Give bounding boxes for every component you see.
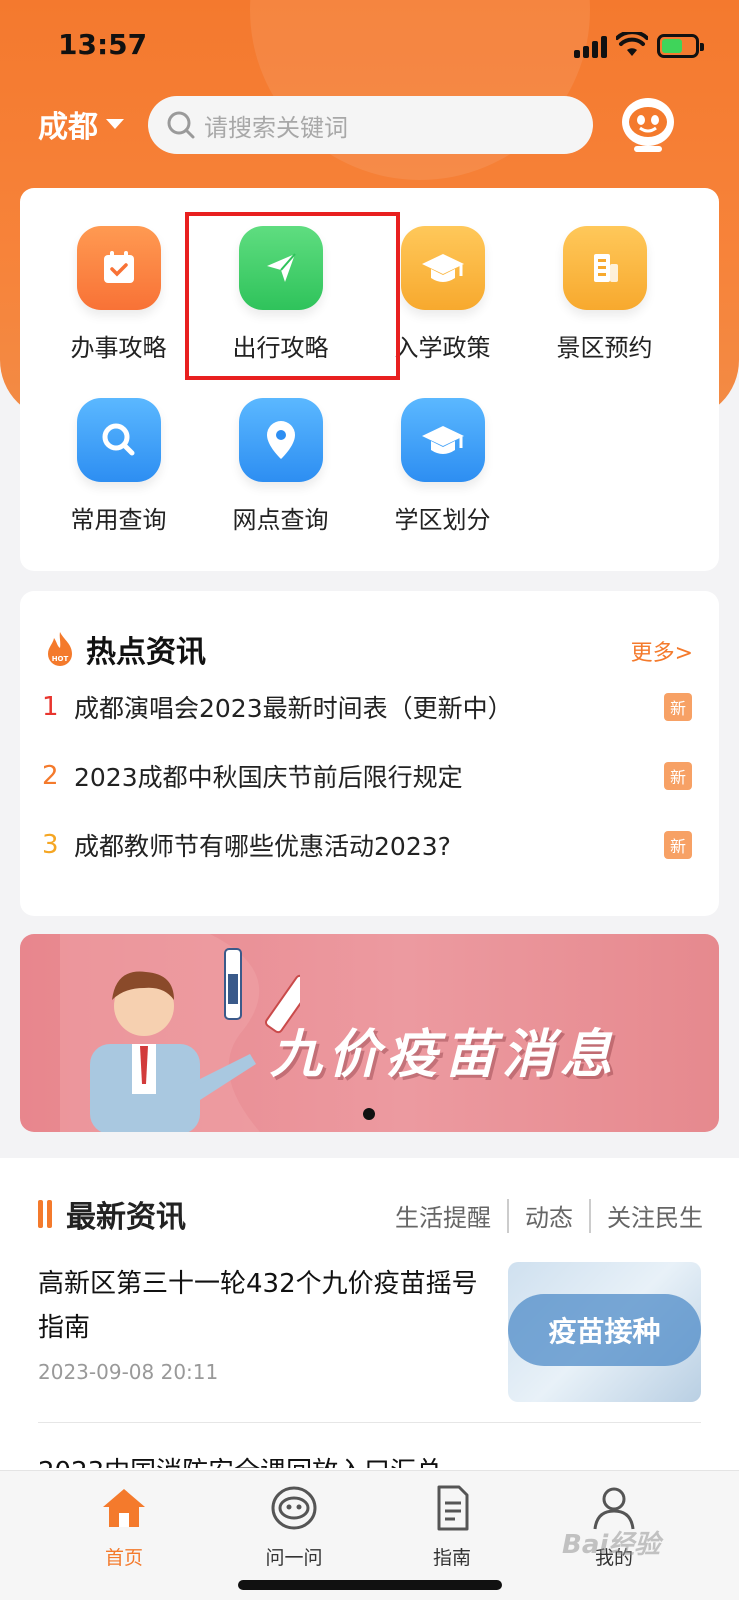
service-jingqu-yuyue[interactable]: 景区预约 — [522, 188, 687, 362]
hot-news-title: HOT 热点资讯 — [44, 627, 206, 671]
latest-news-heading: 最新资讯 — [38, 1192, 186, 1236]
banner-title: 九价疫苗消息 — [270, 1025, 619, 1085]
tab-label: 指南 — [432, 1547, 471, 1569]
fire-hot-icon: HOT — [48, 632, 72, 666]
wifi-icon — [616, 32, 648, 56]
hot-news-item[interactable]: 3 成都教师节有哪些优惠活动2023? 新 — [42, 825, 692, 865]
battery-icon — [657, 34, 704, 58]
carousel-indicator — [363, 1108, 375, 1120]
robot-assistant-icon[interactable] — [620, 92, 676, 154]
graduation-cap-icon — [400, 398, 485, 482]
latest-news-title: 最新资讯 — [66, 1200, 186, 1235]
status-bar: 13:57 — [0, 0, 739, 92]
service-label: 景区预约 — [556, 334, 653, 362]
article-title[interactable]: 2023中国消防安全课回放入口汇总 — [38, 1448, 701, 1468]
hot-news-item[interactable]: 1 成都演唱会2023最新时间表（更新中） 新 — [42, 687, 692, 727]
service-label: 办事攻略 — [70, 334, 167, 362]
tab-shenghuo-tixing[interactable]: 生活提醒 — [395, 1198, 491, 1233]
tab-dongtai[interactable]: 动态 — [525, 1198, 573, 1233]
tab-label: 问一问 — [265, 1547, 323, 1569]
service-label: 网点查询 — [232, 506, 329, 534]
service-banshi-gonglue[interactable]: 办事攻略 — [36, 188, 201, 362]
service-label: 学区划分 — [394, 506, 491, 534]
search-placeholder: 请搜索关键词 — [204, 113, 348, 142]
tab-guanzhu-minsheng[interactable]: 关注民生 — [607, 1198, 703, 1233]
search-icon — [167, 111, 195, 139]
tab-home[interactable]: 首页 — [64, 1483, 184, 1570]
city-selector[interactable]: 成都 — [38, 102, 124, 146]
search-input[interactable]: 请搜索关键词 — [148, 96, 593, 154]
location-pin-icon — [238, 398, 323, 482]
news-tabs: 生活提醒 动态 关注民生 — [395, 1198, 703, 1233]
more-link[interactable]: 更多> — [631, 635, 693, 667]
rank-number: 3 — [42, 830, 59, 860]
service-wangdian-chaxun[interactable]: 网点查询 — [198, 360, 363, 534]
hot-news-item[interactable]: 2 2023成都中秋国庆节前后限行规定 新 — [42, 756, 692, 796]
tab-ask[interactable]: 问一问 — [234, 1483, 354, 1570]
section-marker-icon — [38, 1200, 56, 1228]
home-icon — [103, 1489, 145, 1527]
divider — [38, 1422, 701, 1423]
highlight-box — [185, 212, 400, 380]
hot-news-text: 2023成都中秋国庆节前后限行规定 — [74, 763, 463, 792]
doctor-illustration — [60, 934, 300, 1132]
hot-news-title-text: 热点资讯 — [86, 635, 206, 670]
hot-news-text: 成都教师节有哪些优惠活动2023? — [74, 832, 451, 861]
city-label: 成都 — [38, 110, 98, 145]
article-date: 2023-09-08 20:11 — [38, 1360, 219, 1384]
watermark: Bai经验 — [562, 1530, 661, 1560]
status-time: 13:57 — [58, 28, 148, 61]
service-label: 常用查询 — [70, 506, 167, 534]
thumbnail-label: 疫苗接种 — [508, 1294, 701, 1366]
svg-text:HOT: HOT — [52, 655, 69, 663]
new-badge: 新 — [664, 693, 692, 721]
rank-number: 1 — [42, 692, 59, 722]
building-icon — [562, 226, 647, 310]
new-badge: 新 — [664, 762, 692, 790]
tab-label: 首页 — [104, 1547, 143, 1569]
robot-icon — [271, 1486, 317, 1530]
search-icon — [76, 398, 161, 482]
caret-down-icon — [106, 119, 124, 129]
new-badge: 新 — [664, 831, 692, 859]
service-changyong-chaxun[interactable]: 常用查询 — [36, 360, 201, 534]
hot-news-text: 成都演唱会2023最新时间表（更新中） — [74, 694, 513, 723]
cellular-signal-icon — [574, 36, 612, 58]
article-title[interactable]: 高新区第三十一轮432个九价疫苗摇号指南 — [38, 1262, 498, 1350]
calendar-check-icon — [76, 226, 161, 310]
vaccine-banner[interactable]: 九价疫苗消息 — [20, 934, 719, 1132]
article-thumbnail[interactable]: 疫苗接种 — [508, 1262, 701, 1402]
service-xuequ-huafen[interactable]: 学区划分 — [360, 360, 525, 534]
tab-guide[interactable]: 指南 — [392, 1483, 512, 1570]
hot-news-card: HOT 热点资讯 更多> 1 成都演唱会2023最新时间表（更新中） 新 2 2… — [20, 591, 719, 916]
home-indicator — [238, 1580, 502, 1590]
rank-number: 2 — [42, 761, 59, 791]
graduation-cap-icon — [400, 226, 485, 310]
document-icon — [437, 1485, 469, 1531]
